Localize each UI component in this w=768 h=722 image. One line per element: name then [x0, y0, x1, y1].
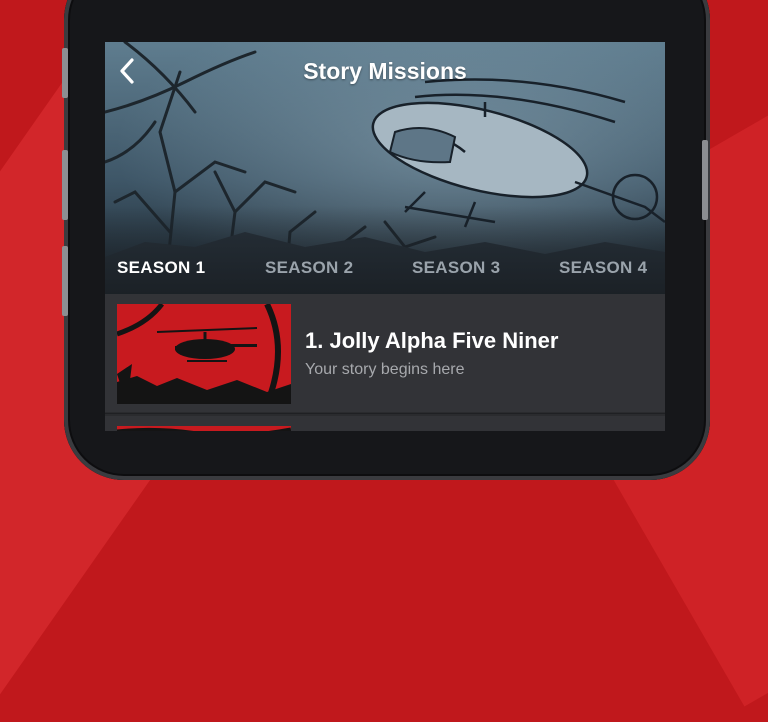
mission-thumbnail-image [117, 426, 291, 431]
row-divider [105, 413, 665, 414]
phone-volume-button [62, 150, 68, 220]
tab-season-3[interactable]: SEASON 3 [412, 258, 500, 278]
tab-season-2[interactable]: SEASON 2 [265, 258, 353, 278]
season-tabs: SEASON 1 SEASON 2 SEASON 3 SEASON 4 [105, 258, 665, 290]
app-screen: Story Missions SEASON 1 SEASON 2 SEASON … [105, 42, 665, 431]
tab-season-1[interactable]: SEASON 1 [117, 258, 205, 278]
helicopter-thumbnail-image [117, 304, 291, 404]
mission-thumbnail [117, 426, 291, 431]
page-title: Story Missions [303, 58, 467, 84]
phone-power-button [702, 140, 708, 220]
mission-row[interactable]: 1. Jolly Alpha Five Niner Your story beg… [105, 294, 665, 414]
phone-volume-button [62, 48, 68, 98]
phone-volume-button [62, 246, 68, 316]
mission-title: 1. Jolly Alpha Five Niner [305, 328, 559, 353]
mission-subtitle: Your story begins here [305, 361, 465, 378]
tab-season-4[interactable]: SEASON 4 [559, 258, 647, 278]
hero-banner: Story Missions SEASON 1 SEASON 2 SEASON … [105, 42, 665, 294]
mission-row[interactable] [105, 416, 665, 431]
mission-thumbnail [117, 304, 291, 404]
